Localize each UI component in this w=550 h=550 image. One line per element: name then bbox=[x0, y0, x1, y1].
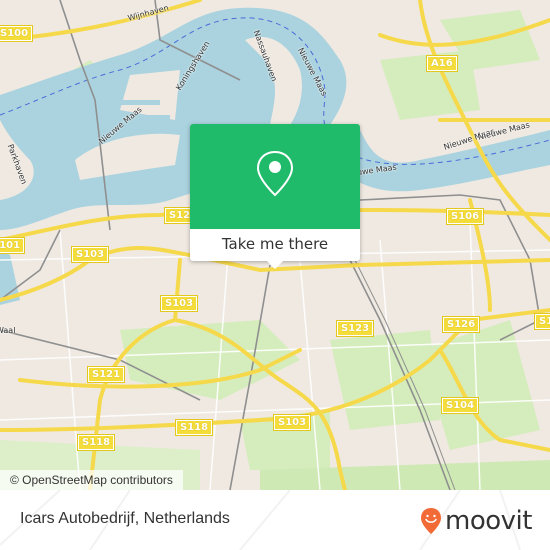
road-shield-s118: S118 bbox=[76, 434, 116, 451]
take-me-there-button[interactable]: Take me there bbox=[190, 229, 360, 261]
road-shield-s118: S118 bbox=[174, 419, 214, 436]
road-shield-s103: S103 bbox=[272, 414, 312, 431]
road-shield-s12: S12 bbox=[533, 313, 550, 330]
popup-header bbox=[190, 124, 360, 229]
map-attribution[interactable]: © OpenStreetMap contributors bbox=[0, 470, 183, 490]
road-shield-s100: S100 bbox=[0, 25, 34, 42]
moovit-wordmark: moovit bbox=[445, 506, 532, 536]
road-shield-s121: S121 bbox=[86, 366, 126, 383]
place-name: Icars Autobedrijf, Netherlands bbox=[20, 510, 230, 527]
road-shield-s123: S123 bbox=[335, 320, 375, 337]
road-shield-s104: S104 bbox=[440, 397, 480, 414]
map-label-waal: Waal bbox=[0, 326, 16, 335]
road-shield-a16: A16 bbox=[426, 55, 458, 72]
location-popup: Take me there bbox=[190, 124, 360, 269]
moovit-logo[interactable]: moovit bbox=[420, 505, 532, 537]
road-shield-s106: S106 bbox=[445, 208, 485, 225]
road-shield-s101: S101 bbox=[0, 237, 26, 254]
road-shield-s126: S126 bbox=[441, 316, 481, 333]
moovit-smile-pin-icon bbox=[421, 508, 441, 534]
map-pin-icon bbox=[256, 150, 294, 197]
road-shield-s103: S103 bbox=[159, 295, 199, 312]
road-shield-s103: S103 bbox=[70, 246, 110, 263]
popup-pointer bbox=[267, 261, 283, 269]
